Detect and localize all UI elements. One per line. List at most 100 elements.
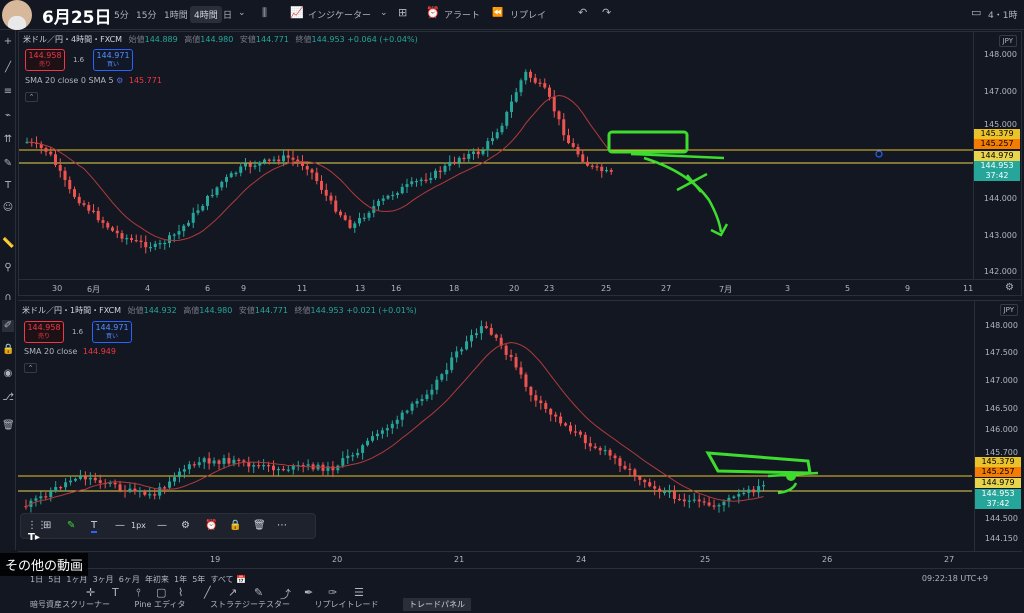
brush-active-icon[interactable]: ✐ bbox=[2, 320, 14, 332]
undo-icon[interactable]: ↶ bbox=[578, 6, 587, 19]
chevron-down-icon[interactable]: ⌄ bbox=[238, 8, 246, 18]
sell-button[interactable]: 144.958 売り bbox=[24, 321, 64, 343]
chart-pane-4h[interactable]: 米ドル／円・4時間・FXCM 始値144.889 高値144.980 安値144… bbox=[18, 31, 1022, 296]
range-all[interactable]: すべて bbox=[210, 575, 233, 584]
currency-selector[interactable]: JPY bbox=[998, 35, 1017, 47]
symbol-name[interactable]: 米ドル／円・4時間・FXCM bbox=[23, 35, 122, 44]
marker-icon[interactable]: ✑ bbox=[328, 586, 337, 599]
alarm-icon[interactable]: ⏰ bbox=[205, 520, 217, 531]
calendar-icon[interactable]: 📅 bbox=[236, 575, 246, 584]
price-axis-1h[interactable]: JPY 148.000 147.500 147.000 146.500 146.… bbox=[974, 301, 1022, 551]
candle-type-icon[interactable]: ⫼ bbox=[262, 6, 267, 20]
text-color-icon[interactable]: T bbox=[91, 520, 98, 533]
crosshair-icon[interactable]: ✛ bbox=[86, 586, 95, 599]
price-axis-4h[interactable]: JPY 148.000 147.000 145.000 144.000 143.… bbox=[973, 32, 1021, 279]
trendline-icon[interactable]: ╱ bbox=[204, 586, 211, 599]
alarm-icon[interactable]: ⏰ bbox=[426, 6, 440, 19]
lock-icon[interactable]: 🔒 bbox=[2, 344, 14, 356]
buy-button[interactable]: 144.971 買い bbox=[92, 321, 132, 343]
layout-label[interactable]: 4・1時 bbox=[988, 8, 1017, 21]
emoji-icon[interactable]: ☺ bbox=[2, 202, 14, 214]
candle bbox=[173, 477, 176, 482]
buy-button[interactable]: 144.971 買い bbox=[93, 49, 133, 71]
zoom-icon[interactable]: ⚲ bbox=[2, 262, 14, 274]
range-1y[interactable]: 1年 bbox=[174, 575, 187, 584]
path-icon[interactable]: ⤴ bbox=[280, 586, 291, 602]
range-1m[interactable]: 1ヶ月 bbox=[66, 575, 87, 584]
layout-icon[interactable]: ▭ bbox=[971, 6, 981, 19]
candle bbox=[346, 455, 350, 459]
collapse-legend-button[interactable]: ⌃ bbox=[25, 92, 38, 102]
candle bbox=[396, 193, 399, 195]
indicator-icon[interactable]: 📈 bbox=[290, 6, 304, 19]
collapse-legend-button[interactable]: ⌃ bbox=[24, 363, 37, 373]
range-3m[interactable]: 3ヶ月 bbox=[93, 575, 114, 584]
range-6m[interactable]: 6ヶ月 bbox=[119, 575, 140, 584]
indicators-button[interactable]: インジケーター bbox=[308, 8, 371, 21]
symbol-name[interactable]: 米ドル／円・1時間・FXCM bbox=[22, 306, 121, 315]
range-ytd[interactable]: 年初来 bbox=[145, 575, 169, 584]
brush-icon[interactable]: ✎ bbox=[254, 586, 263, 599]
zigzag-icon[interactable]: ⌇ bbox=[178, 586, 183, 599]
tree-icon[interactable]: ⎇ bbox=[2, 392, 14, 404]
pen-icon[interactable]: ✒ bbox=[304, 586, 313, 599]
line-dash-icon[interactable]: — bbox=[157, 520, 167, 531]
trendline-icon[interactable]: ╱ bbox=[2, 62, 14, 74]
sell-button[interactable]: 144.958 売り bbox=[25, 49, 65, 71]
candle bbox=[187, 222, 190, 226]
candle bbox=[569, 425, 572, 432]
sma-legend[interactable]: SMA 20 close 144.949 bbox=[24, 347, 116, 356]
lock-icon[interactable]: 🔒 bbox=[229, 520, 241, 531]
timeframe-1d[interactable]: 日 bbox=[223, 8, 232, 21]
range-5y[interactable]: 5年 bbox=[192, 575, 205, 584]
avatar[interactable] bbox=[2, 0, 32, 30]
sma-legend[interactable]: SMA 20 close 0 SMA 5 ⚙ 145.771 bbox=[25, 76, 162, 85]
range-1d[interactable]: 1日 bbox=[30, 575, 43, 584]
line-width-button[interactable]: 1px bbox=[131, 521, 146, 530]
magnet-icon[interactable]: ∩ bbox=[2, 292, 14, 304]
arrow-icon[interactable]: ↗ bbox=[228, 586, 237, 599]
sma-settings-icon[interactable]: ⚙ bbox=[116, 76, 123, 85]
pattern-icon[interactable]: ⌁ bbox=[2, 110, 14, 122]
time-axis-4h[interactable]: 30 6月 4 6 9 11 13 16 18 20 23 25 27 7月 3… bbox=[19, 279, 1021, 295]
pencil-icon[interactable]: ✎ bbox=[67, 520, 75, 531]
brush-icon[interactable]: ✎ bbox=[2, 158, 14, 170]
tab-trade-panel[interactable]: トレードパネル bbox=[403, 598, 472, 611]
range-5d[interactable]: 5日 bbox=[48, 575, 61, 584]
chevron-down-icon[interactable]: ⌄ bbox=[380, 8, 388, 18]
other-videos-overlay[interactable]: その他の動画 bbox=[0, 553, 89, 576]
time-axis-1h[interactable]: 19 20 21 24 25 26 27 bbox=[18, 551, 1022, 567]
forecast-icon[interactable]: ⇈ bbox=[2, 134, 14, 146]
trash-icon[interactable]: 🗑 bbox=[253, 520, 266, 531]
crosshair-icon[interactable]: + bbox=[2, 36, 14, 48]
spread: 1.6 bbox=[72, 328, 84, 336]
more-icon[interactable]: ⋯ bbox=[277, 520, 287, 531]
candle bbox=[430, 389, 434, 395]
fib-icon[interactable]: ☰ bbox=[354, 586, 364, 599]
redo-icon[interactable]: ↷ bbox=[602, 6, 611, 19]
ruler-icon[interactable]: 📏 bbox=[2, 238, 14, 250]
timeframe-15m[interactable]: 15分 bbox=[136, 8, 156, 21]
vertical-line-icon[interactable]: ⫯ bbox=[136, 586, 141, 600]
template-icon[interactable]: ⊞ bbox=[43, 520, 51, 531]
timeframe-1h[interactable]: 1時間 bbox=[164, 8, 188, 21]
candle bbox=[341, 458, 345, 466]
rectangle-icon[interactable]: ▢ bbox=[156, 586, 166, 599]
settings-icon[interactable]: ⚙ bbox=[181, 520, 190, 531]
rewind-icon[interactable]: ⏪ bbox=[492, 8, 503, 18]
timeframe-5m[interactable]: 5分 bbox=[114, 8, 129, 21]
text-icon[interactable]: T bbox=[2, 180, 14, 192]
timeframe-4h[interactable]: 4時間 bbox=[190, 6, 222, 23]
gear-icon[interactable]: ⚙ bbox=[1005, 282, 1014, 293]
alert-button[interactable]: アラート bbox=[444, 8, 480, 21]
fib-icon[interactable]: ≡ bbox=[2, 86, 14, 98]
candlestick-chart-4h[interactable] bbox=[19, 32, 973, 279]
templates-icon[interactable]: ⊞ bbox=[398, 6, 407, 19]
trash-icon[interactable]: 🗑 bbox=[2, 420, 15, 432]
eye-icon[interactable]: ◉ bbox=[2, 368, 14, 380]
replay-button[interactable]: リプレイ bbox=[510, 8, 546, 21]
currency-selector[interactable]: JPY bbox=[999, 304, 1018, 316]
clock[interactable]: 09:22:18 UTC+9 bbox=[922, 574, 988, 583]
line-style-icon[interactable]: — bbox=[115, 520, 125, 531]
text-icon[interactable]: T bbox=[112, 586, 119, 599]
